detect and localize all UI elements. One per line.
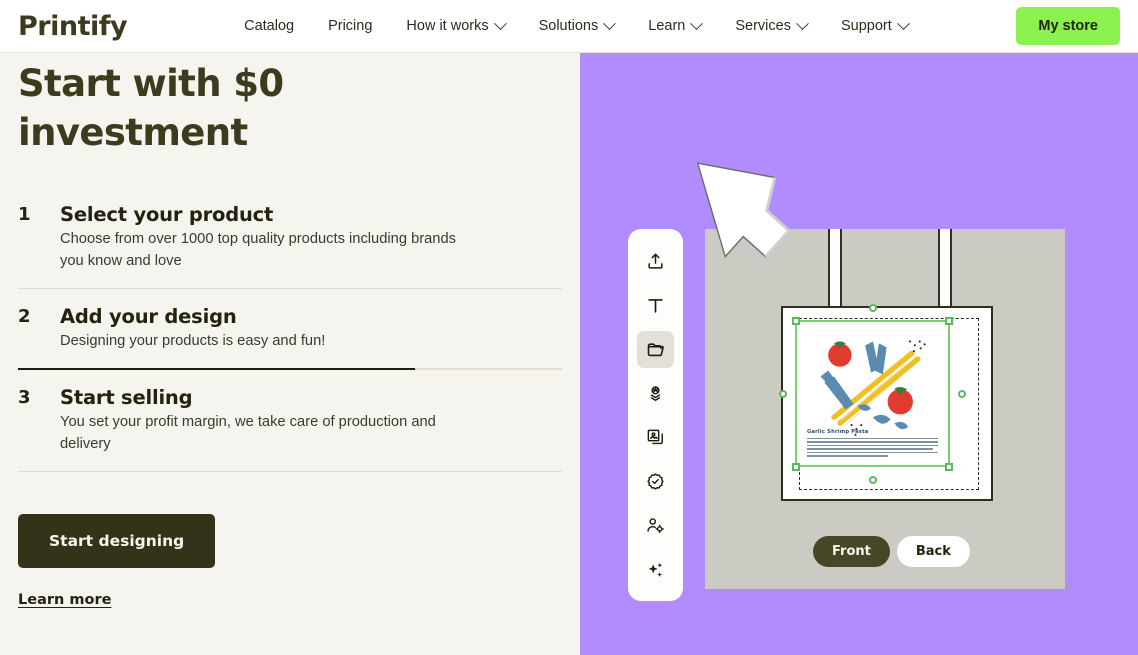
nav-item-solutions[interactable]: Solutions	[522, 16, 632, 34]
editor-preview-panel: Garlic Shrimp Pasta Front Back	[580, 53, 1138, 655]
step-title: Start selling	[60, 386, 193, 409]
step-item-2: 2 Add your design Designing your product…	[18, 305, 562, 368]
step-description: Designing your products is easy and fun!	[60, 333, 326, 349]
chevron-down-icon	[493, 16, 507, 30]
hero-left-panel: Start with $0 investment 1 Select your p…	[0, 53, 580, 655]
back-side-button[interactable]: Back	[896, 536, 970, 567]
nav-item-support[interactable]: Support	[824, 16, 925, 34]
step-number: 1	[18, 204, 31, 225]
chevron-down-icon	[603, 16, 617, 30]
step-divider	[18, 288, 562, 289]
start-designing-button[interactable]: Start designing	[18, 514, 216, 568]
learn-more-link[interactable]: Learn more	[18, 592, 562, 608]
step-number: 3	[18, 387, 31, 408]
tote-strap-right	[938, 229, 952, 307]
upload-icon[interactable]	[637, 243, 674, 280]
my-store-button[interactable]: My store	[1016, 7, 1120, 45]
chevron-down-icon	[690, 16, 704, 30]
folder-icon[interactable]	[637, 331, 674, 368]
page-title: Start with $0 investment	[18, 62, 284, 154]
nav-item-label: Services	[735, 18, 791, 34]
nav-links: Catalog Pricing How it works Solutions L…	[227, 16, 925, 34]
editor-toolbar	[628, 229, 683, 601]
printify-landing-page: Printify Catalog Pricing How it works So…	[0, 0, 1138, 655]
step-item-1: 1 Select your product Choose from over 1…	[18, 203, 562, 288]
personalize-icon[interactable]	[637, 507, 674, 544]
layers-icon[interactable]	[637, 419, 674, 456]
resize-handle-top-right[interactable]	[945, 317, 953, 325]
resize-handle-left[interactable]	[779, 390, 787, 398]
step-progress-bar	[18, 368, 562, 370]
nav-item-learn[interactable]: Learn	[631, 16, 718, 34]
sparkles-icon[interactable]	[637, 551, 674, 588]
resize-handle-top[interactable]	[869, 304, 877, 312]
resize-handle-top-left[interactable]	[792, 317, 800, 325]
nav-item-label: Pricing	[328, 18, 373, 34]
nav-item-how-it-works[interactable]: How it works	[389, 16, 521, 34]
nav-item-label: Support	[840, 18, 892, 34]
resize-handle-bottom[interactable]	[869, 476, 877, 484]
tote-bag-body: Garlic Shrimp Pasta	[779, 304, 993, 501]
printify-logo[interactable]: Printify	[18, 11, 128, 42]
recipe-body-text	[807, 438, 938, 458]
chevron-down-icon	[796, 16, 809, 30]
top-navigation-bar: Printify Catalog Pricing How it works So…	[0, 0, 1138, 53]
nav-item-label: How it works	[406, 18, 489, 34]
step-progress-fill	[18, 368, 416, 370]
steps-list: 1 Select your product Choose from over 1…	[18, 203, 562, 472]
step-description: You set your profit margin, we take care…	[60, 414, 436, 452]
step-title: Select your product	[60, 203, 274, 226]
nav-item-catalog[interactable]: Catalog	[227, 18, 311, 34]
resize-handle-right[interactable]	[958, 390, 966, 398]
graphics-icon[interactable]	[637, 375, 674, 412]
nav-item-label: Catalog	[244, 18, 295, 34]
front-side-button[interactable]: Front	[813, 536, 890, 567]
nav-item-pricing[interactable]: Pricing	[311, 18, 389, 34]
product-side-toggle: Front Back	[813, 536, 970, 567]
recipe-title: Garlic Shrimp Pasta	[807, 429, 869, 435]
resize-handle-bottom-right[interactable]	[945, 463, 953, 471]
step-description: Choose from over 1000 top quality produc…	[60, 231, 456, 269]
tote-strap-left	[828, 229, 842, 307]
step-number: 2	[18, 306, 31, 327]
nav-item-services[interactable]: Services	[718, 16, 824, 34]
step-item-3: 3 Start selling You set your profit marg…	[18, 386, 562, 471]
resize-handle-bottom-left[interactable]	[792, 463, 800, 471]
text-icon[interactable]	[637, 287, 674, 324]
step-divider	[18, 471, 562, 472]
product-canvas[interactable]: Garlic Shrimp Pasta	[705, 229, 1065, 589]
design-artwork[interactable]: Garlic Shrimp Pasta	[795, 320, 950, 467]
nav-item-label: Solutions	[538, 18, 599, 34]
badge-check-icon[interactable]	[637, 463, 674, 500]
chevron-down-icon	[896, 16, 910, 30]
nav-item-label: Learn	[648, 18, 686, 34]
step-title: Add your design	[60, 305, 237, 328]
